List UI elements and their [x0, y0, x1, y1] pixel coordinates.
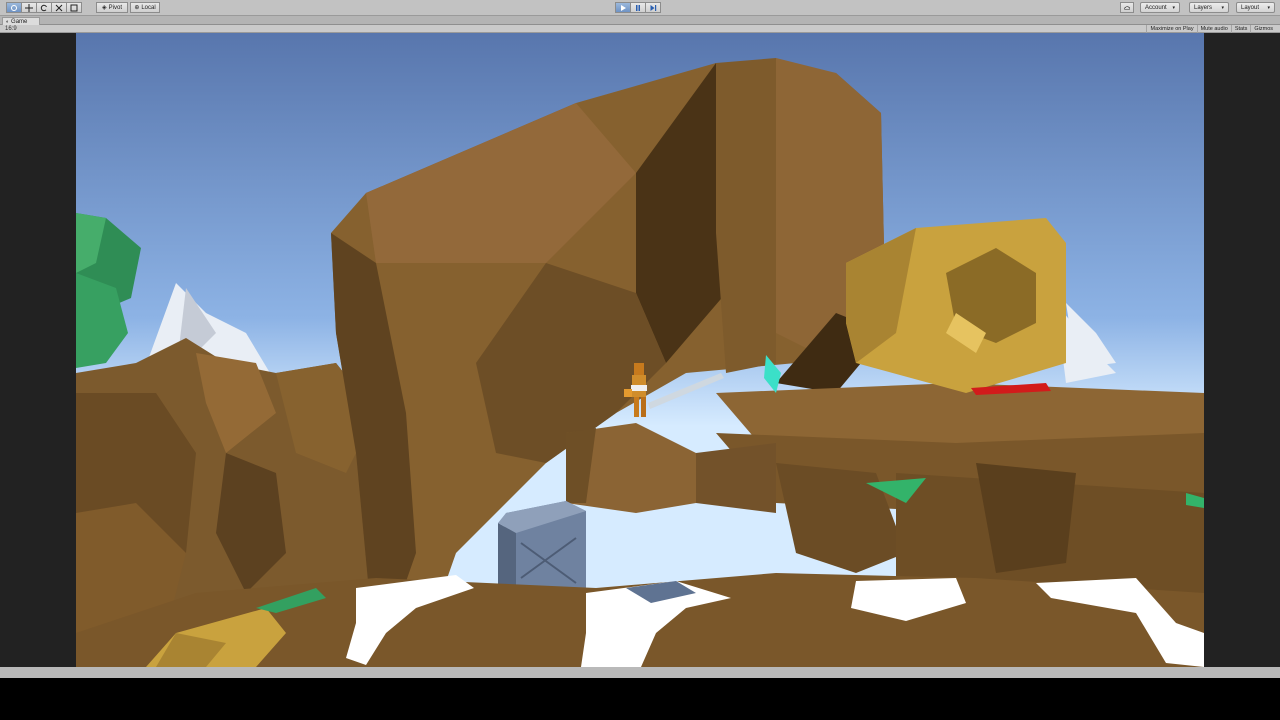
rotate-icon	[40, 4, 47, 11]
game-view-options: Maximize on Play Mute audio Stats Gizmos	[1146, 25, 1276, 33]
layers-wrap: Layers ▾	[1189, 2, 1229, 13]
chevron-down-icon: ▾	[1172, 4, 1175, 11]
mute-audio-toggle[interactable]: Mute audio	[1196, 25, 1231, 33]
game-icon: ◐	[6, 18, 10, 25]
play-button[interactable]	[615, 2, 631, 13]
game-scene[interactable]	[76, 33, 1204, 667]
pause-icon	[636, 4, 640, 11]
layout-wrap: Layout ▾	[1236, 2, 1275, 13]
local-icon: ⊕	[134, 5, 140, 11]
transform-tools	[6, 2, 82, 13]
gizmos-dropdown[interactable]: Gizmos	[1250, 25, 1276, 33]
local-toggle[interactable]: ⊕ Local	[130, 2, 160, 13]
cloud-button-wrap	[1120, 2, 1134, 13]
scale-tool-button[interactable]	[51, 2, 67, 13]
pause-button[interactable]	[630, 2, 646, 13]
panel-tab-strip: ◐ Game	[0, 16, 1280, 25]
move-tool-button[interactable]	[21, 2, 37, 13]
pivot-toggle[interactable]: ◈ Pivot	[96, 2, 128, 13]
tab-game-label: Game	[11, 18, 28, 25]
chevron-down-icon: ▾	[1221, 4, 1224, 11]
aspect-ratio-dropdown[interactable]: 16:9	[5, 25, 17, 33]
layout-dropdown[interactable]: Layout ▾	[1236, 2, 1275, 13]
play-controls	[615, 2, 661, 13]
local-label: Local	[141, 4, 156, 11]
scale-icon	[55, 4, 63, 11]
layout-label: Layout	[1241, 4, 1260, 11]
pivot-local-group: ◈ Pivot ⊕ Local	[96, 2, 160, 13]
hand-tool-button[interactable]	[6, 2, 22, 13]
maximize-on-play-toggle[interactable]: Maximize on Play	[1146, 25, 1196, 33]
pivot-label: Pivot	[108, 4, 122, 11]
rect-tool-button[interactable]	[66, 2, 82, 13]
account-dropdown[interactable]: Account ▾	[1140, 2, 1180, 13]
pivot-icon: ◈	[102, 5, 107, 11]
editor-status-bar	[0, 667, 1280, 678]
stats-toggle[interactable]: Stats	[1230, 25, 1251, 33]
step-button[interactable]	[645, 2, 661, 13]
editor-toolbar: ◈ Pivot ⊕ Local Account ▾ Layers ▾ Layou…	[0, 0, 1280, 16]
game-view-toolbar: 16:9 Maximize on Play Mute audio Stats G…	[0, 25, 1280, 33]
layers-dropdown[interactable]: Layers ▾	[1189, 2, 1229, 13]
play-icon	[621, 4, 626, 11]
rotate-tool-button[interactable]	[36, 2, 52, 13]
account-label: Account	[1145, 4, 1167, 11]
move-icon	[25, 3, 33, 12]
layers-label: Layers	[1194, 4, 1213, 11]
account-wrap: Account ▾	[1140, 2, 1180, 13]
hand-icon	[11, 4, 17, 11]
cloud-button[interactable]	[1120, 2, 1134, 13]
rect-tool-icon	[70, 4, 78, 11]
step-icon	[650, 4, 657, 11]
tab-game[interactable]: ◐ Game	[2, 17, 40, 25]
cloud-icon	[1124, 5, 1130, 10]
chevron-down-icon: ▾	[1267, 4, 1270, 11]
game-view	[0, 33, 1280, 667]
